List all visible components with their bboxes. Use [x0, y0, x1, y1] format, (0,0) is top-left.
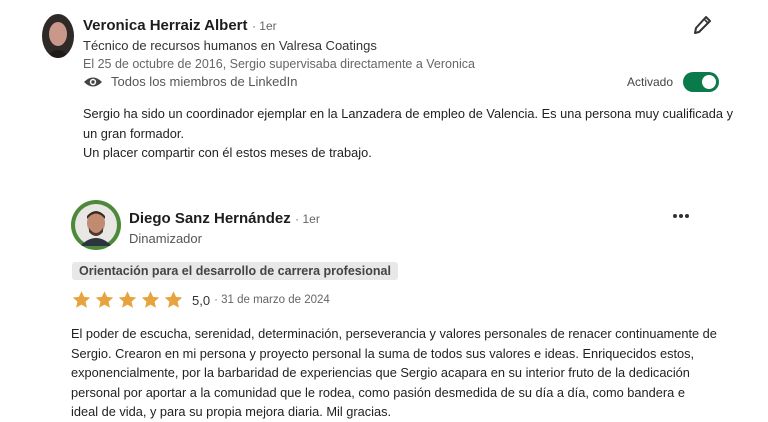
recommender-title: Dinamizador	[129, 231, 202, 246]
text-line: personal por aportar a la comunidad que …	[71, 384, 685, 400]
avatar-diego[interactable]	[71, 200, 121, 250]
text-line: Un placer compartir con él estos meses d…	[83, 145, 372, 161]
star-rating	[71, 290, 184, 310]
visibility-label: Todos los miembros de LinkedIn	[111, 74, 298, 89]
person-photo-icon	[46, 22, 70, 58]
text-line: un gran formador.	[83, 125, 185, 141]
recommendation-text: Sergio ha sido un coordinador ejemplar e…	[83, 104, 753, 163]
rating-date: · 31 de marzo de 2024	[214, 294, 330, 306]
visibility-toggle-row: Activado	[627, 72, 720, 92]
more-options-button[interactable]	[672, 206, 690, 224]
open-to-work-avatar-icon	[75, 204, 117, 246]
edit-button[interactable]	[692, 14, 712, 41]
recommender-header: Diego Sanz Hernández · 1er	[129, 210, 320, 228]
rating-value: 5,0	[192, 292, 211, 308]
text-line: exponencialmente, por la barbaridad de e…	[71, 365, 690, 381]
star-icon	[95, 291, 114, 308]
rating-row: 5,0 · 31 de marzo de 2024	[71, 290, 330, 310]
connection-degree: · 1er	[295, 212, 320, 226]
skill-tag[interactable]: Orientación para el desarrollo de carrer…	[72, 262, 398, 280]
ellipsis-icon	[672, 213, 690, 219]
star-icon	[118, 291, 137, 308]
star-icon	[164, 291, 183, 308]
eye-icon	[83, 75, 103, 89]
toggle-label: Activado	[627, 75, 674, 89]
star-icon	[72, 291, 91, 308]
text-line: El poder de escucha, serenidad, determin…	[71, 326, 717, 341]
recommender-title: Técnico de recursos humanos en Valresa C…	[83, 38, 377, 53]
visibility-row: Todos los miembros de LinkedIn	[83, 74, 297, 89]
pencil-icon	[692, 14, 712, 36]
recommender-name[interactable]: Diego Sanz Hernández	[129, 210, 291, 227]
text-line: ideal de vida, y para su propia mejora d…	[71, 404, 392, 420]
visibility-toggle[interactable]	[683, 72, 720, 92]
relationship-text: El 25 de octubre de 2016, Sergio supervi…	[83, 57, 475, 71]
avatar-veronica[interactable]	[42, 14, 74, 58]
connection-degree: · 1er	[251, 19, 277, 33]
star-icon	[141, 291, 160, 308]
recommender-name[interactable]: Veronica Herraiz Albert	[83, 17, 248, 34]
toggle-knob	[702, 75, 717, 89]
recommendation-text: El poder de escucha, serenidad, determin…	[71, 324, 761, 422]
text-line: Sergio. Crearon en mi persona y proyecto…	[71, 345, 695, 361]
text-line: Sergio ha sido un coordinador ejemplar e…	[83, 106, 733, 121]
recommender-header: Veronica Herraiz Albert · 1er	[83, 17, 277, 35]
